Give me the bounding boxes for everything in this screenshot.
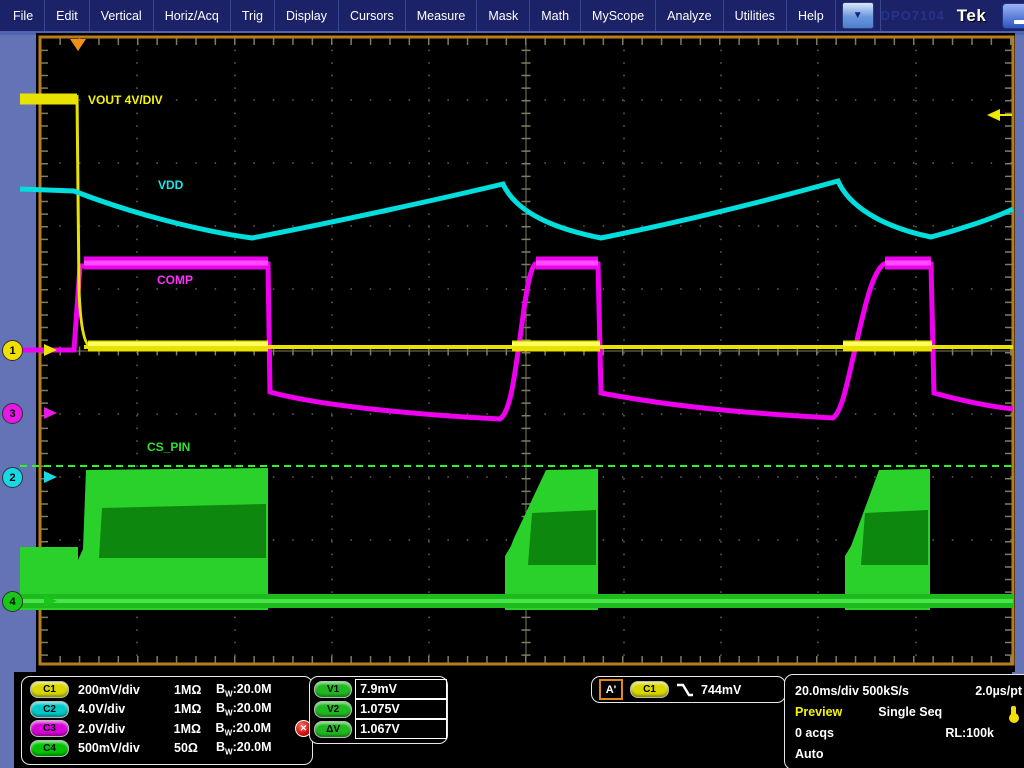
channel-pill-c3[interactable]: C3 — [30, 720, 69, 737]
cursor-pill-v2[interactable]: V2 — [314, 701, 352, 718]
channel-marker-3[interactable]: 3 — [2, 403, 23, 424]
trigger-mode-row: Auto — [795, 743, 1022, 764]
menu-item-edit[interactable]: Edit — [45, 0, 90, 31]
channel-impedance-c1: 1MΩ — [174, 683, 216, 697]
channel-readouts-box: C1 200mV/div 1MΩ BW:20.0M C2 4.0V/div 1M… — [21, 676, 313, 765]
cursor-row-v2: V2 1.075V — [314, 699, 447, 719]
menu-item-help[interactable]: Help — [787, 0, 836, 31]
chevron-down-icon: ▼ — [853, 10, 863, 21]
channel-pill-c2[interactable]: C2 — [30, 701, 69, 718]
trigger-readout-box[interactable]: A' C1 744mV — [591, 676, 786, 703]
trigger-source-pill[interactable]: C1 — [630, 681, 669, 698]
channel-readout-row-c2[interactable]: C2 4.0V/div 1MΩ BW:20.0M — [30, 700, 312, 720]
trace-label-ch4: CS_PIN — [147, 440, 190, 454]
channel-marker-1[interactable]: 1 — [2, 340, 23, 361]
trigger-mode: Auto — [795, 747, 823, 761]
menu-item-vertical[interactable]: Vertical — [90, 0, 154, 31]
scope-display — [36, 33, 1015, 672]
channel-bandwidth-c1: BW:20.0M — [216, 682, 272, 699]
channel-readout-row-c3[interactable]: C3 2.0V/div 1MΩ BW:20.0M ✕ — [30, 719, 312, 739]
acq-mode: Single Seq — [878, 705, 942, 719]
channel-marker-2[interactable]: 2 — [2, 467, 23, 488]
menu-bar: File Edit Vertical Horiz/Acq Trig Displa… — [0, 0, 1024, 31]
falling-edge-icon — [676, 682, 694, 697]
menu-item-trig[interactable]: Trig — [231, 0, 275, 31]
acq-status-row: Preview Single Seq — [795, 701, 1022, 722]
channel-bandwidth-c4: BW:20.0M — [216, 740, 272, 757]
channel-impedance-c2: 1MΩ — [174, 702, 216, 716]
menu-item-horiz-acq[interactable]: Horiz/Acq — [154, 0, 231, 31]
cursor-value-delta-v: 1.067V — [355, 719, 447, 739]
channel-scale-c2: 4.0V/div — [78, 702, 174, 716]
minimize-icon — [1014, 20, 1024, 24]
acquisition-count: 0 acqs — [795, 726, 834, 740]
channel-bandwidth-c3: BW:20.0M — [216, 721, 272, 738]
timebase-value: 20.0ms/div 500kS/s — [795, 684, 909, 698]
cursor-pill-v1[interactable]: V1 — [314, 681, 352, 698]
model-label: DPO7104 — [881, 8, 945, 23]
menu-item-cursors[interactable]: Cursors — [339, 0, 406, 31]
menu-item-file[interactable]: File — [0, 0, 45, 31]
cursor-value-v1: 7.9mV — [355, 679, 447, 699]
preview-status: Preview — [795, 705, 842, 719]
cursor-value-v2: 1.075V — [355, 699, 447, 719]
resolution-value: 2.0µs/pt — [975, 684, 1022, 698]
cursor-pill-delta-v[interactable]: ΔV — [314, 721, 352, 738]
oscilloscope-screen: File Edit Vertical Horiz/Acq Trig Displa… — [0, 0, 1024, 768]
menu-item-utilities[interactable]: Utilities — [724, 0, 787, 31]
tek-logo: Tek — [957, 6, 987, 26]
channel-bandwidth-c2: BW:20.0M — [216, 701, 272, 718]
channel-impedance-c4: 50Ω — [174, 741, 216, 755]
acq-count-row: 0 acqs RL:100k — [795, 722, 1022, 743]
menu-dropdown-button[interactable]: ▼ — [842, 2, 874, 29]
trigger-label: A' — [599, 679, 623, 700]
channel-scale-c1: 200mV/div — [78, 683, 174, 697]
channel-scale-c3: 2.0V/div — [78, 722, 174, 736]
trigger-level-value: 744mV — [701, 683, 741, 697]
menu-item-display[interactable]: Display — [275, 0, 339, 31]
channel-impedance-c3: 1MΩ — [174, 722, 216, 736]
channel-readout-row-c1[interactable]: C1 200mV/div 1MΩ BW:20.0M — [30, 680, 312, 700]
minimize-button[interactable] — [1002, 3, 1024, 29]
menu-item-analyze[interactable]: Analyze — [656, 0, 723, 31]
menu-item-mask[interactable]: Mask — [477, 0, 530, 31]
trace-label-ch3: COMP — [157, 273, 193, 287]
channel-pill-c1[interactable]: C1 — [30, 681, 69, 698]
record-length: RL:100k — [945, 726, 994, 740]
menu-item-math[interactable]: Math — [530, 0, 581, 31]
channel-readout-row-c4[interactable]: C4 500mV/div 50Ω BW:20.0M — [30, 739, 312, 759]
timebase-row: 20.0ms/div 500kS/s 2.0µs/pt — [795, 680, 1022, 701]
menu-item-myscope[interactable]: MyScope — [581, 0, 656, 31]
trace-label-ch1: VOUT 4V/DIV — [88, 93, 163, 107]
channel-pill-c4[interactable]: C4 — [30, 740, 69, 757]
menu-overflow: ▼ — [836, 0, 881, 31]
thermometer-icon — [1011, 706, 1016, 718]
horizontal-readout-box[interactable]: 20.0ms/div 500kS/s 2.0µs/pt Preview Sing… — [784, 674, 1024, 768]
channel-scale-c4: 500mV/div — [78, 741, 174, 755]
trace-label-ch2: VDD — [158, 178, 183, 192]
cursor-row-v1: V1 7.9mV — [314, 679, 447, 699]
title-bar: DPO7104 Tek X — [881, 0, 1024, 31]
menu-item-measure[interactable]: Measure — [406, 0, 478, 31]
channel-marker-4[interactable]: 4 — [2, 591, 23, 612]
cursor-row-dv: ΔV 1.067V — [314, 719, 447, 739]
cursor-readouts-box: V1 7.9mV V2 1.075V ΔV 1.067V — [309, 676, 448, 744]
